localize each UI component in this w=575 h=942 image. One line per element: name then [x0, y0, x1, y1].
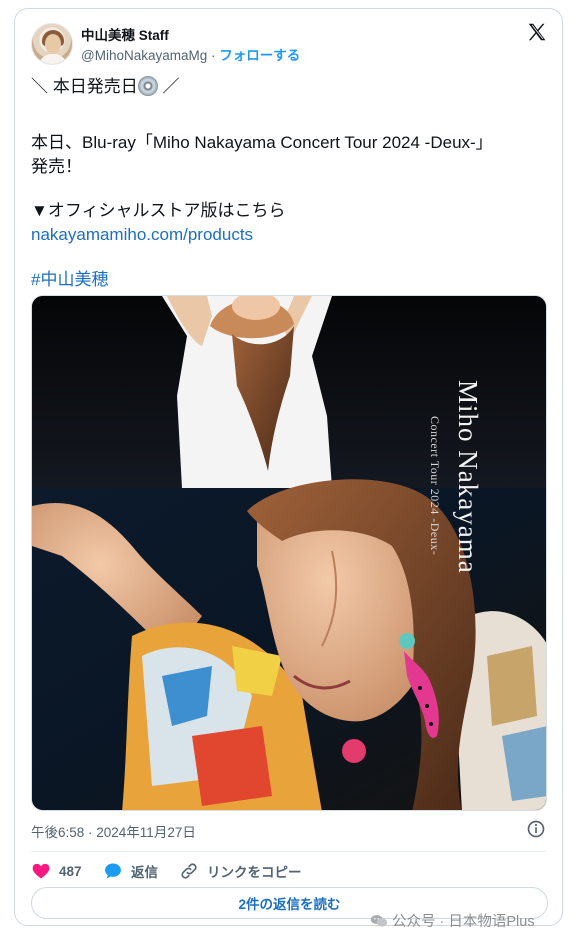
timestamp[interactable]: 午後6:58 · 2024年11月27日	[31, 821, 196, 841]
x-logo-icon[interactable]	[526, 21, 548, 43]
like-count: 487	[59, 863, 82, 879]
avatar[interactable]	[31, 23, 73, 65]
copy-link-button[interactable]: リンクをコピー	[179, 859, 302, 883]
post-card: 中山美穂 Staff @MihoNakayamaMg · フォローする ＼ 本日…	[14, 8, 563, 926]
reply-label: 返信	[131, 865, 158, 880]
copy-link-label: リンクをコピー	[207, 865, 302, 880]
store-link[interactable]: nakayamamiho.com/products	[31, 223, 253, 246]
follow-button[interactable]: フォローする	[219, 48, 300, 63]
post-image[interactable]: Miho Nakayama Concert Tour 2024 -Deux-	[31, 295, 547, 811]
post-line-2: 本日、Blu-ray「Miho Nakayama Concert Tour 20…	[31, 133, 493, 152]
display-name[interactable]: 中山美穂 Staff	[81, 24, 169, 44]
watermark-text: 公众号 · 日本物语Plus	[392, 914, 535, 930]
cover-subtitle: Concert Tour 2024 -Deux-	[428, 416, 442, 556]
like-button[interactable]: 487	[31, 859, 82, 883]
heart-icon	[32, 863, 50, 879]
watermark: 公众号 · 日本物语Plus	[370, 910, 535, 931]
link-icon	[181, 863, 197, 879]
avatar-body	[38, 54, 68, 64]
handle-line: @MihoNakayamaMg · フォローする	[81, 44, 300, 64]
post-line-4: ▼オフィシャルストア版はこちら	[31, 201, 286, 220]
reply-bubble-icon	[105, 863, 121, 879]
wechat-icon	[370, 914, 388, 927]
post-line-1b: ／	[157, 77, 180, 96]
post-line-3: 発売！	[31, 157, 82, 176]
action-bar: 487 返信 リンクをコピー	[31, 859, 548, 883]
info-icon[interactable]	[526, 819, 546, 839]
handle[interactable]: @MihoNakayamaMg	[81, 48, 207, 63]
separator: ·	[207, 48, 220, 63]
divider	[31, 851, 546, 852]
disc-icon	[137, 76, 158, 96]
avatar-face	[45, 34, 61, 54]
reply-button[interactable]: 返信	[103, 859, 158, 883]
cover-title: Miho Nakayama	[453, 380, 483, 574]
post-line-1: ＼ 本日発売日 ／	[31, 75, 179, 98]
post-line-1a: ＼ 本日発売日	[31, 77, 138, 96]
hashtag-link[interactable]: #中山美穂	[31, 268, 108, 291]
